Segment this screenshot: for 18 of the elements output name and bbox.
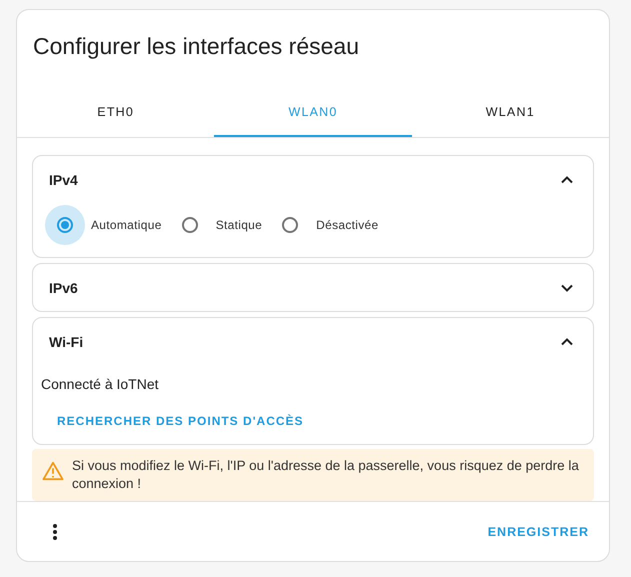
radio-icon[interactable] [282, 217, 298, 233]
connection-status: Connecté à IoTNet [41, 376, 160, 392]
section-title[interactable]: IPv6 [49, 280, 78, 296]
interface-tab[interactable]: WLAN1 [412, 89, 609, 137]
warning-icon [42, 461, 64, 481]
radio-icon[interactable] [57, 217, 73, 233]
section-title[interactable]: Wi-Fi [49, 334, 84, 350]
radio-icon[interactable] [182, 217, 198, 233]
interface-tab[interactable]: ETH0 [17, 89, 214, 137]
radio-option[interactable]: Automatique [45, 205, 162, 245]
radio-label: Automatique [91, 218, 162, 232]
section-title[interactable]: IPv4 [49, 172, 78, 188]
radio-option[interactable]: Statique [170, 205, 262, 245]
radio-option[interactable]: Désactivée [270, 205, 378, 245]
radio-label: Désactivée [316, 218, 378, 232]
dialog-title: Configurer les interfaces réseau [33, 32, 360, 61]
radio-label: Statique [216, 218, 262, 232]
warning-text: Si vous modifiez le Wi-Fi, l'IP ou l'adresse de la passerelle, vous risquez de perdre la connexion ! [72, 457, 580, 493]
